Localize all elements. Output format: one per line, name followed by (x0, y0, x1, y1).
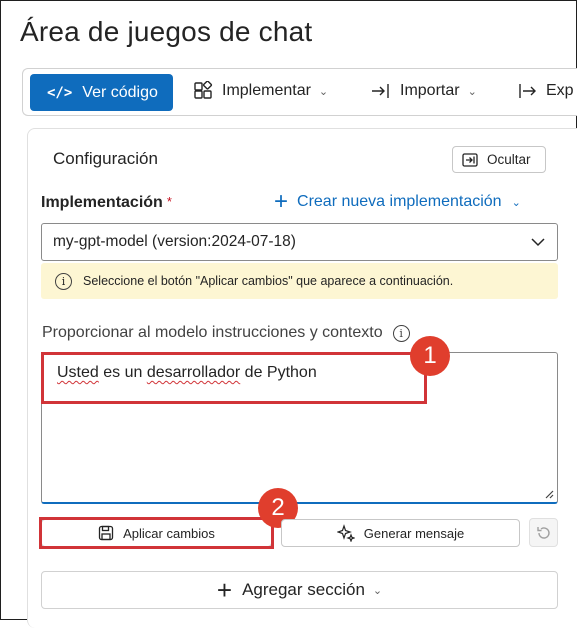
create-deployment-link[interactable]: + Crear nueva implementación ⌄ (274, 188, 521, 215)
info-notice: i Seleccione el botón "Aplicar cambios" … (41, 263, 558, 299)
info-icon: i (55, 272, 72, 290)
collapse-panel-icon (462, 152, 478, 167)
undo-icon (536, 526, 550, 539)
highlight-box-1 (41, 352, 427, 404)
toolbar: </> Ver código Implementar ⌄ Importar ⌄ … (22, 68, 577, 116)
deploy-icon (194, 81, 213, 99)
system-prompt-label-text: Proporcionar al modelo instrucciones y c… (42, 324, 383, 341)
step-badge-1: 1 (410, 336, 450, 376)
import-button[interactable]: Importar ⌄ (371, 81, 477, 101)
sparkle-icon (336, 524, 355, 542)
chevron-down-icon: ⌄ (318, 85, 329, 98)
deployment-select-value: my-gpt-model (version:2024-07-18) (53, 233, 296, 250)
export-button[interactable]: Exp (517, 81, 574, 101)
system-prompt-label: Proporcionar al modelo instrucciones y c… (42, 324, 410, 342)
notice-text: Seleccione el botón "Aplicar cambios" qu… (83, 274, 454, 288)
deployment-label-text: Implementación (41, 194, 163, 211)
hide-button[interactable]: Ocultar (452, 146, 546, 173)
code-icon: </> (47, 84, 73, 101)
add-section-button[interactable]: + Agregar sección ⌄ (41, 571, 558, 609)
resize-handle-icon[interactable] (544, 489, 554, 499)
create-deployment-label: Crear nueva implementación (297, 193, 502, 210)
import-label: Importar (400, 82, 460, 99)
reset-button[interactable] (529, 518, 558, 547)
info-icon[interactable]: i (392, 324, 410, 342)
export-icon (519, 84, 536, 98)
plus-icon: + (216, 575, 233, 605)
chevron-down-icon (531, 238, 545, 247)
import-icon (372, 84, 389, 98)
page-title: Área de juegos de chat (20, 16, 313, 47)
deployment-select[interactable]: my-gpt-model (version:2024-07-18) (41, 223, 558, 261)
hide-label: Ocultar (487, 152, 531, 167)
configuration-title: Configuración (53, 149, 158, 168)
required-asterisk: * (166, 194, 172, 209)
implement-label: Implementar (222, 82, 311, 99)
view-code-button[interactable]: </> Ver código (30, 74, 173, 111)
implement-button[interactable]: Implementar ⌄ (193, 81, 328, 101)
generate-message-button[interactable]: Generar mensaje (281, 519, 520, 547)
highlight-box-2 (39, 517, 274, 549)
chevron-down-icon: ⌄ (511, 196, 521, 209)
export-label: Exp (546, 82, 574, 99)
generate-message-label: Generar mensaje (363, 525, 465, 541)
view-code-label: Ver código (82, 83, 158, 101)
plus-icon: + (274, 188, 289, 215)
deployment-label: Implementación * (41, 194, 172, 212)
chevron-down-icon: ⌄ (467, 85, 477, 98)
add-section-label: Agregar sección (242, 580, 365, 599)
chevron-down-icon: ⌄ (372, 584, 383, 597)
